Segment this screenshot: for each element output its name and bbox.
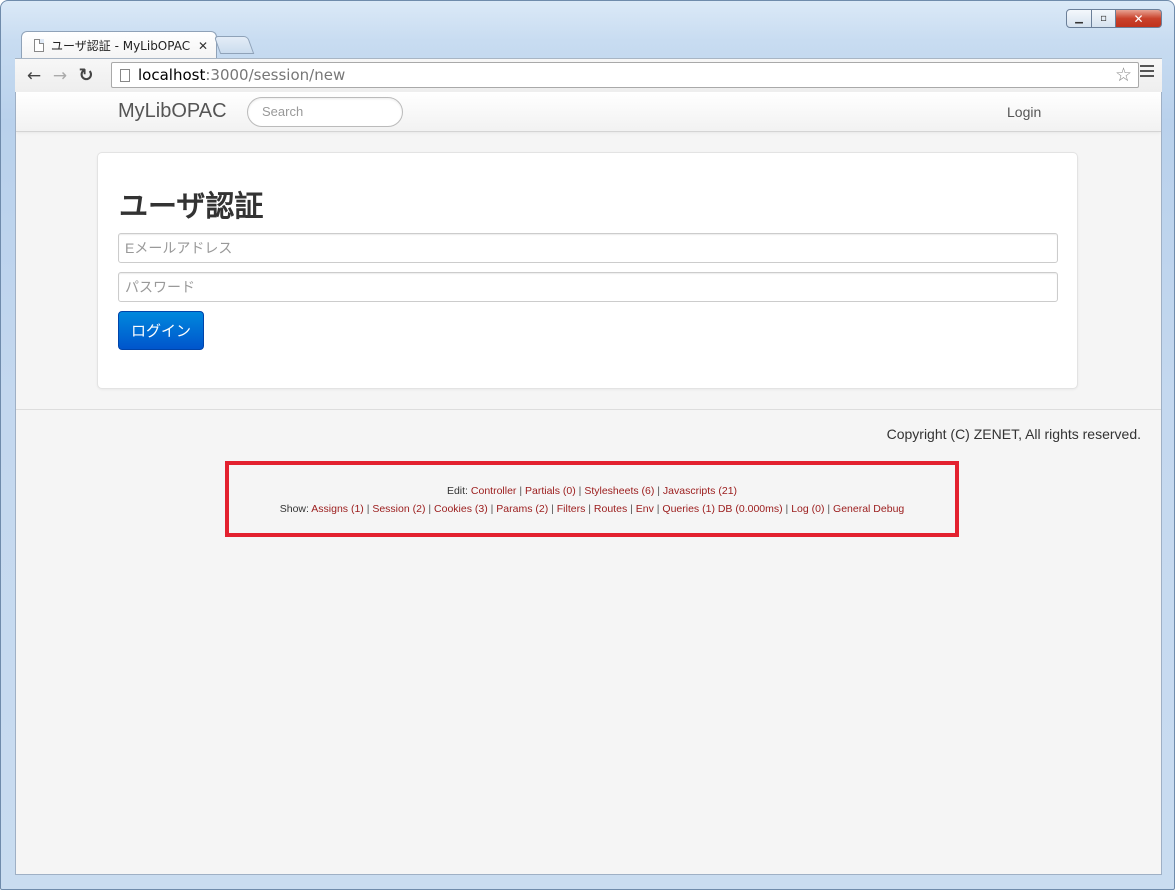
debug-show-assigns[interactable]: Assigns (1) bbox=[311, 503, 364, 515]
browser-tab-active[interactable]: ユーザ認証 - MyLibOPAC ✕ bbox=[21, 31, 217, 59]
tab-close-icon[interactable]: ✕ bbox=[198, 39, 208, 53]
back-arrow-icon[interactable]: ← bbox=[21, 63, 47, 89]
debug-show-line: Show: Assigns (1) | Session (2) | Cookie… bbox=[279, 503, 905, 515]
footer-divider bbox=[16, 409, 1161, 410]
url-host: localhost bbox=[138, 66, 206, 84]
maximize-button[interactable]: ▫ bbox=[1092, 9, 1116, 28]
page-viewport: MyLibOPAC Search Login ユーザ認証 Eメールアドレス パス… bbox=[15, 92, 1162, 875]
login-button[interactable]: ログイン bbox=[118, 311, 204, 350]
debug-show-label: Show: bbox=[279, 503, 309, 515]
page-title: ユーザ認証 bbox=[119, 191, 264, 223]
new-tab-button[interactable] bbox=[213, 36, 255, 54]
address-bar[interactable]: localhost:3000/session/new ☆ bbox=[111, 62, 1139, 88]
password-field[interactable]: パスワード bbox=[118, 272, 1058, 302]
debug-edit-label: Edit: bbox=[446, 485, 468, 497]
brand-link[interactable]: MyLibOPAC bbox=[118, 100, 227, 123]
debug-edit-controller[interactable]: Controller bbox=[471, 485, 517, 497]
page-icon bbox=[34, 39, 44, 52]
browser-window: ▁ ▫ ✕ ユーザ認証 - MyLibOPAC ✕ ← → ↻ localhos… bbox=[0, 0, 1175, 890]
reload-icon[interactable]: ↻ bbox=[73, 63, 99, 89]
debug-show-general-debug[interactable]: General Debug bbox=[833, 503, 904, 515]
top-navbar: MyLibOPAC Search Login bbox=[16, 92, 1161, 132]
debug-edit-line: Edit: Controller | Partials (0) | Styles… bbox=[446, 485, 738, 497]
debug-edit-javascripts[interactable]: Javascripts (21) bbox=[663, 485, 737, 497]
email-field[interactable]: Eメールアドレス bbox=[118, 233, 1058, 263]
copyright-text: Copyright (C) ZENET, All rights reserved… bbox=[886, 426, 1141, 442]
bookmark-star-icon[interactable]: ☆ bbox=[1115, 64, 1132, 86]
window-controls: ▁ ▫ ✕ bbox=[1066, 9, 1162, 28]
menu-icon[interactable] bbox=[1140, 65, 1154, 80]
debug-show-cookies[interactable]: Cookies (3) bbox=[434, 503, 488, 515]
debug-show-env[interactable]: Env bbox=[636, 503, 654, 515]
debug-edit-partials[interactable]: Partials (0) bbox=[525, 485, 576, 497]
debug-show-params[interactable]: Params (2) bbox=[496, 503, 548, 515]
debug-show-routes[interactable]: Routes bbox=[594, 503, 627, 515]
login-panel: ユーザ認証 Eメールアドレス パスワード ログイン bbox=[97, 152, 1078, 389]
url-path: :3000/session/new bbox=[205, 66, 346, 84]
tab-title: ユーザ認証 - MyLibOPAC bbox=[51, 39, 191, 53]
debug-show-filters[interactable]: Filters bbox=[557, 503, 586, 515]
debug-show-log[interactable]: Log (0) bbox=[791, 503, 824, 515]
forward-arrow-icon[interactable]: → bbox=[47, 63, 73, 89]
page-icon bbox=[120, 68, 130, 82]
minimize-button[interactable]: ▁ bbox=[1066, 9, 1092, 28]
debug-toolbar: Edit: Controller | Partials (0) | Styles… bbox=[225, 461, 959, 537]
search-input[interactable]: Search bbox=[247, 97, 403, 127]
login-link[interactable]: Login bbox=[1007, 104, 1041, 120]
debug-show-queries[interactable]: Queries (1) DB (0.000ms) bbox=[662, 503, 782, 515]
browser-toolbar: ← → ↻ localhost:3000/session/new ☆ bbox=[15, 58, 1162, 92]
close-window-button[interactable]: ✕ bbox=[1116, 9, 1162, 28]
debug-edit-stylesheets[interactable]: Stylesheets (6) bbox=[584, 485, 654, 497]
debug-show-session[interactable]: Session (2) bbox=[372, 503, 425, 515]
